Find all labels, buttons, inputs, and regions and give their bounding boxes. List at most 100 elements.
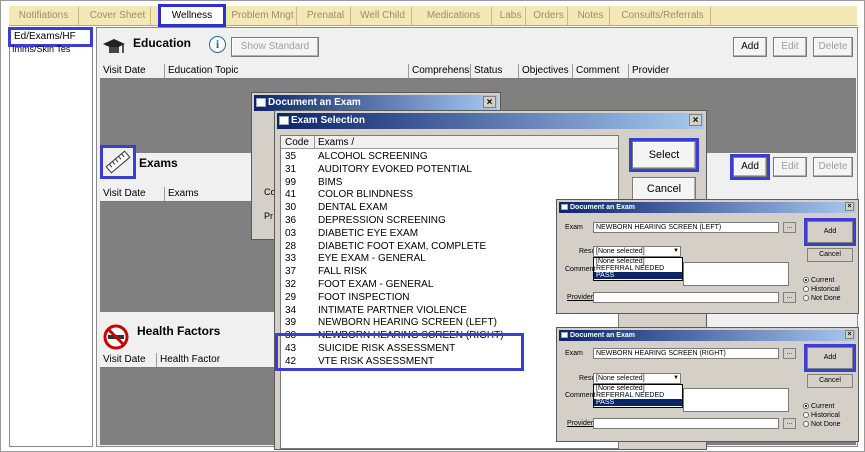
doc-right-cancel-button[interactable]: Cancel <box>807 374 853 388</box>
chevron-down-icon[interactable]: ▼ <box>672 374 680 383</box>
exam-code: 99 <box>285 176 297 188</box>
result-dropdown-list[interactable]: [None selected] REFERRAL NEEDED PASS <box>593 384 683 408</box>
provider-field[interactable] <box>593 292 779 303</box>
document-exam-titlebar: Document an Exam × <box>254 95 498 111</box>
education-delete-button[interactable]: Delete <box>813 37 853 57</box>
exams-add-button[interactable]: Add <box>730 154 770 180</box>
select-button[interactable]: Select <box>629 138 699 172</box>
window-icon <box>561 204 568 210</box>
result-dropdown-list[interactable]: [None selected] REFERRAL NEEDED PASS <box>593 257 683 281</box>
exam-code: 32 <box>285 279 297 290</box>
tab-notifications[interactable]: Notifiations <box>9 7 79 25</box>
doc-right-add-button[interactable]: Add <box>804 344 856 372</box>
col-comment[interactable]: Comment <box>572 64 628 78</box>
radio-historical[interactable]: Historical <box>803 286 840 293</box>
show-standard-button[interactable]: Show Standard <box>231 37 319 57</box>
radio-not-done[interactable]: Not Done <box>803 421 841 428</box>
exam-row[interactable]: 35 ALCOHOL SCREENING <box>281 150 618 163</box>
col-education-topic[interactable]: Education Topic <box>164 64 408 78</box>
exam-lookup-button[interactable]: ... <box>783 348 796 359</box>
radio-current-label: Current <box>811 403 835 410</box>
col-provider[interactable]: Provider <box>628 64 686 78</box>
education-add-button[interactable]: Add <box>733 37 767 57</box>
doc-right-title: Document an Exam <box>570 332 635 339</box>
info-icon[interactable]: i <box>209 36 226 53</box>
sidebar-item-imms-skin[interactable]: Imms/Skin Tes <box>12 45 90 55</box>
exam-name: INTIMATE PARTNER VIOLENCE <box>318 304 467 316</box>
col-exam-name[interactable]: Exams / <box>314 136 354 149</box>
exam-field[interactable]: NEWBORN HEARING SCREEN (LEFT) <box>593 222 779 233</box>
exams-edit-button[interactable]: Edit <box>773 157 807 177</box>
provider-field[interactable] <box>593 418 779 429</box>
exam-name: DENTAL EXAM <box>318 202 388 214</box>
radio-historical[interactable]: Historical <box>803 412 840 419</box>
close-icon[interactable]: × <box>845 330 854 339</box>
education-edit-button[interactable]: Edit <box>773 37 807 57</box>
col-hf-visit-date[interactable]: Visit Date <box>100 353 156 367</box>
exam-name: NEWBORN HEARING SCREEN (LEFT) <box>318 317 497 329</box>
col-code[interactable]: Code <box>285 136 309 149</box>
tab-consults-referrals[interactable]: Consults/Referrals <box>615 7 711 25</box>
col-objectives[interactable]: Objectives <box>518 64 572 78</box>
tab-well-child[interactable]: Well Child <box>354 7 412 25</box>
exam-field[interactable]: NEWBORN HEARING SCREEN (RIGHT) <box>593 348 779 359</box>
result-option[interactable]: [None selected] <box>594 258 682 265</box>
result-option-selected[interactable]: PASS <box>594 399 682 406</box>
result-option[interactable]: REFERRAL NEEDED <box>594 392 682 399</box>
close-icon[interactable]: × <box>845 202 854 211</box>
exams-delete-button[interactable]: Delete <box>813 157 853 177</box>
exam-code: 34 <box>285 304 297 316</box>
exam-lookup-button[interactable]: ... <box>783 222 796 233</box>
tab-notes[interactable]: Notes <box>572 7 610 25</box>
doc-left-add-button[interactable]: Add <box>804 218 856 246</box>
tab-problem-mngt[interactable]: Problem Mngt <box>229 7 297 25</box>
tab-orders[interactable]: Orders <box>530 7 568 25</box>
provider-lookup-button[interactable]: ... <box>783 418 796 429</box>
radio-current[interactable]: Current <box>803 277 834 284</box>
provider-label: Provider <box>567 294 594 301</box>
exam-row[interactable]: 99 BIMS <box>281 176 618 189</box>
highlight-newborn-rows <box>275 333 524 371</box>
exam-name: COLOR BLINDNESS <box>318 189 414 201</box>
exam-code: 33 <box>285 253 297 265</box>
comment-label: Comment <box>565 266 596 273</box>
sidebar-item-ed-exams-hf[interactable]: Ed/Exams/HF <box>8 27 93 47</box>
exam-code: 35 <box>285 151 297 162</box>
tab-prenatal[interactable]: Prenatal <box>301 7 351 25</box>
col-visit-date[interactable]: Visit Date <box>100 64 164 78</box>
result-option[interactable]: [None selected] <box>594 385 682 392</box>
tab-labs[interactable]: Labs <box>496 7 526 25</box>
exam-name: BIMS <box>318 176 343 188</box>
radio-not-done-label: Not Done <box>811 295 841 302</box>
result-select[interactable]: [None selected] <box>593 246 681 257</box>
close-icon[interactable]: × <box>689 114 702 126</box>
tab-bar: Notifiations Cover Sheet Wellness Proble… <box>9 4 857 27</box>
col-comprehension[interactable]: Comprehensi <box>408 64 471 78</box>
chevron-down-icon[interactable]: ▼ <box>672 247 680 256</box>
col-exams-visit-date[interactable]: Visit Date <box>100 187 164 201</box>
result-select[interactable]: [None selected] <box>593 373 681 384</box>
result-option[interactable]: REFERRAL NEEDED <box>594 265 682 272</box>
exam-name: ALCOHOL SCREENING <box>318 151 428 162</box>
exam-selection-titlebar: Exam Selection × <box>277 113 704 129</box>
radio-current[interactable]: Current <box>803 403 834 410</box>
cancel-button[interactable]: Cancel <box>632 177 696 201</box>
partial-label-provider: Pr <box>264 211 273 221</box>
radio-not-done[interactable]: Not Done <box>803 295 841 302</box>
provider-lookup-button[interactable]: ... <box>783 292 796 303</box>
tab-wellness[interactable]: Wellness <box>158 4 226 27</box>
exam-name: AUDITORY EVOKED POTENTIAL <box>318 163 472 175</box>
doc-left-cancel-button[interactable]: Cancel <box>807 248 853 262</box>
comment-field[interactable] <box>683 388 789 412</box>
result-option-selected[interactable]: PASS <box>594 272 682 279</box>
tab-medications[interactable]: Medications <box>416 7 492 25</box>
exam-code: 29 <box>285 291 297 303</box>
comment-field[interactable] <box>683 262 789 286</box>
tab-cover-sheet[interactable]: Cover Sheet <box>85 7 151 25</box>
comment-label: Comment <box>565 392 596 399</box>
close-icon[interactable]: × <box>483 96 496 108</box>
exam-name: FALL RISK <box>318 266 368 278</box>
exam-row[interactable]: 31 AUDITORY EVOKED POTENTIAL <box>281 163 618 176</box>
col-status[interactable]: Status <box>470 64 518 78</box>
education-column-header: Visit Date Education Topic Comprehensi S… <box>100 63 856 79</box>
